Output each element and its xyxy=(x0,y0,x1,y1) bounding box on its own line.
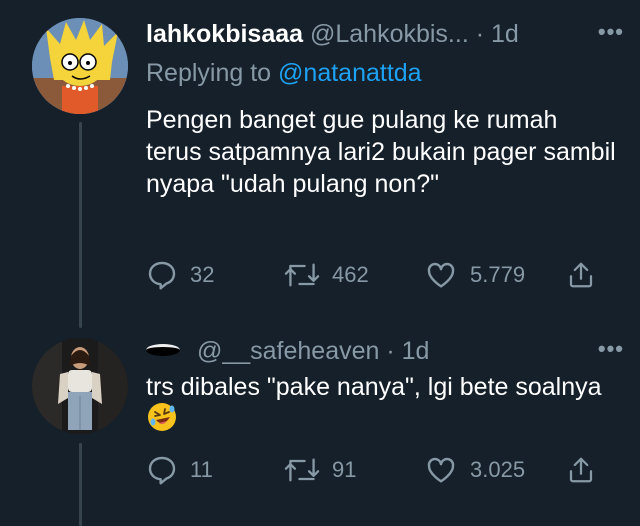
thread-line xyxy=(79,122,82,328)
tweet-header: @__safeheaven · 1d xyxy=(146,331,624,371)
tweet[interactable]: lahkokbisaaa @Lahkokbis... · 1d ••• Repl… xyxy=(0,0,640,328)
retweet-count: 91 xyxy=(332,457,357,482)
user-handle[interactable]: @__safeheaven xyxy=(197,337,379,365)
separator-dot: · xyxy=(475,20,485,48)
tweet-text: trs dibales "pake nanya", lgi bete soaln… xyxy=(146,373,602,401)
tweet-actions: 11 91 3.025 xyxy=(146,454,606,486)
avatar[interactable] xyxy=(32,18,128,114)
tweet-text-container: trs dibales "pake nanya", lgi bete soaln… xyxy=(146,371,616,435)
rolling-laughing-emoji-icon xyxy=(148,403,176,431)
tweet-header: lahkokbisaaa @Lahkokbis... · 1d xyxy=(146,14,624,54)
heart-icon xyxy=(427,262,455,288)
display-name[interactable]: lahkokbisaaa xyxy=(146,20,303,48)
heart-icon xyxy=(427,457,455,483)
tweet-actions: 32 462 5.779 xyxy=(146,259,606,291)
like-count: 3.025 xyxy=(470,457,526,482)
replying-to-label: Replying to xyxy=(146,59,272,87)
reply-icon xyxy=(148,261,176,290)
like-button[interactable]: 3.025 xyxy=(424,454,525,486)
reply-count: 11 xyxy=(190,457,213,482)
separator-dot: · xyxy=(386,337,395,365)
tweet[interactable]: @__safeheaven · 1d ••• trs dibales "pake… xyxy=(0,323,640,526)
more-icon[interactable]: ••• xyxy=(598,12,624,52)
share-icon xyxy=(569,262,593,288)
share-button[interactable] xyxy=(566,454,596,486)
timestamp[interactable]: 1d xyxy=(402,337,430,365)
retweet-button[interactable]: 462 xyxy=(284,259,369,291)
reply-icon xyxy=(148,456,176,485)
tweet-text: Pengen banget gue pulang ke rumah terus … xyxy=(146,106,616,198)
lisa-simpson-avatar-image xyxy=(32,18,128,114)
hole-emoji-icon xyxy=(146,344,180,357)
reply-button[interactable]: 11 xyxy=(146,454,213,486)
user-handle[interactable]: @Lahkokbis... xyxy=(310,20,469,48)
retweet-icon xyxy=(284,458,320,482)
timestamp[interactable]: 1d xyxy=(491,20,519,48)
replying-to-mention[interactable]: @natanattda xyxy=(278,59,422,87)
like-button[interactable]: 5.779 xyxy=(424,259,525,291)
retweet-count: 462 xyxy=(332,262,369,287)
more-icon[interactable]: ••• xyxy=(598,329,624,369)
share-icon xyxy=(569,457,593,483)
retweet-button[interactable]: 91 xyxy=(284,454,356,486)
thread-line xyxy=(79,443,82,526)
like-count: 5.779 xyxy=(470,262,526,287)
avatar[interactable] xyxy=(32,338,128,434)
reply-button[interactable]: 32 xyxy=(146,259,214,291)
reply-count: 32 xyxy=(190,262,215,287)
person-avatar-image xyxy=(32,338,128,434)
replying-to: Replying to @natanattda xyxy=(146,55,422,91)
retweet-icon xyxy=(284,263,320,287)
share-button[interactable] xyxy=(566,259,596,291)
